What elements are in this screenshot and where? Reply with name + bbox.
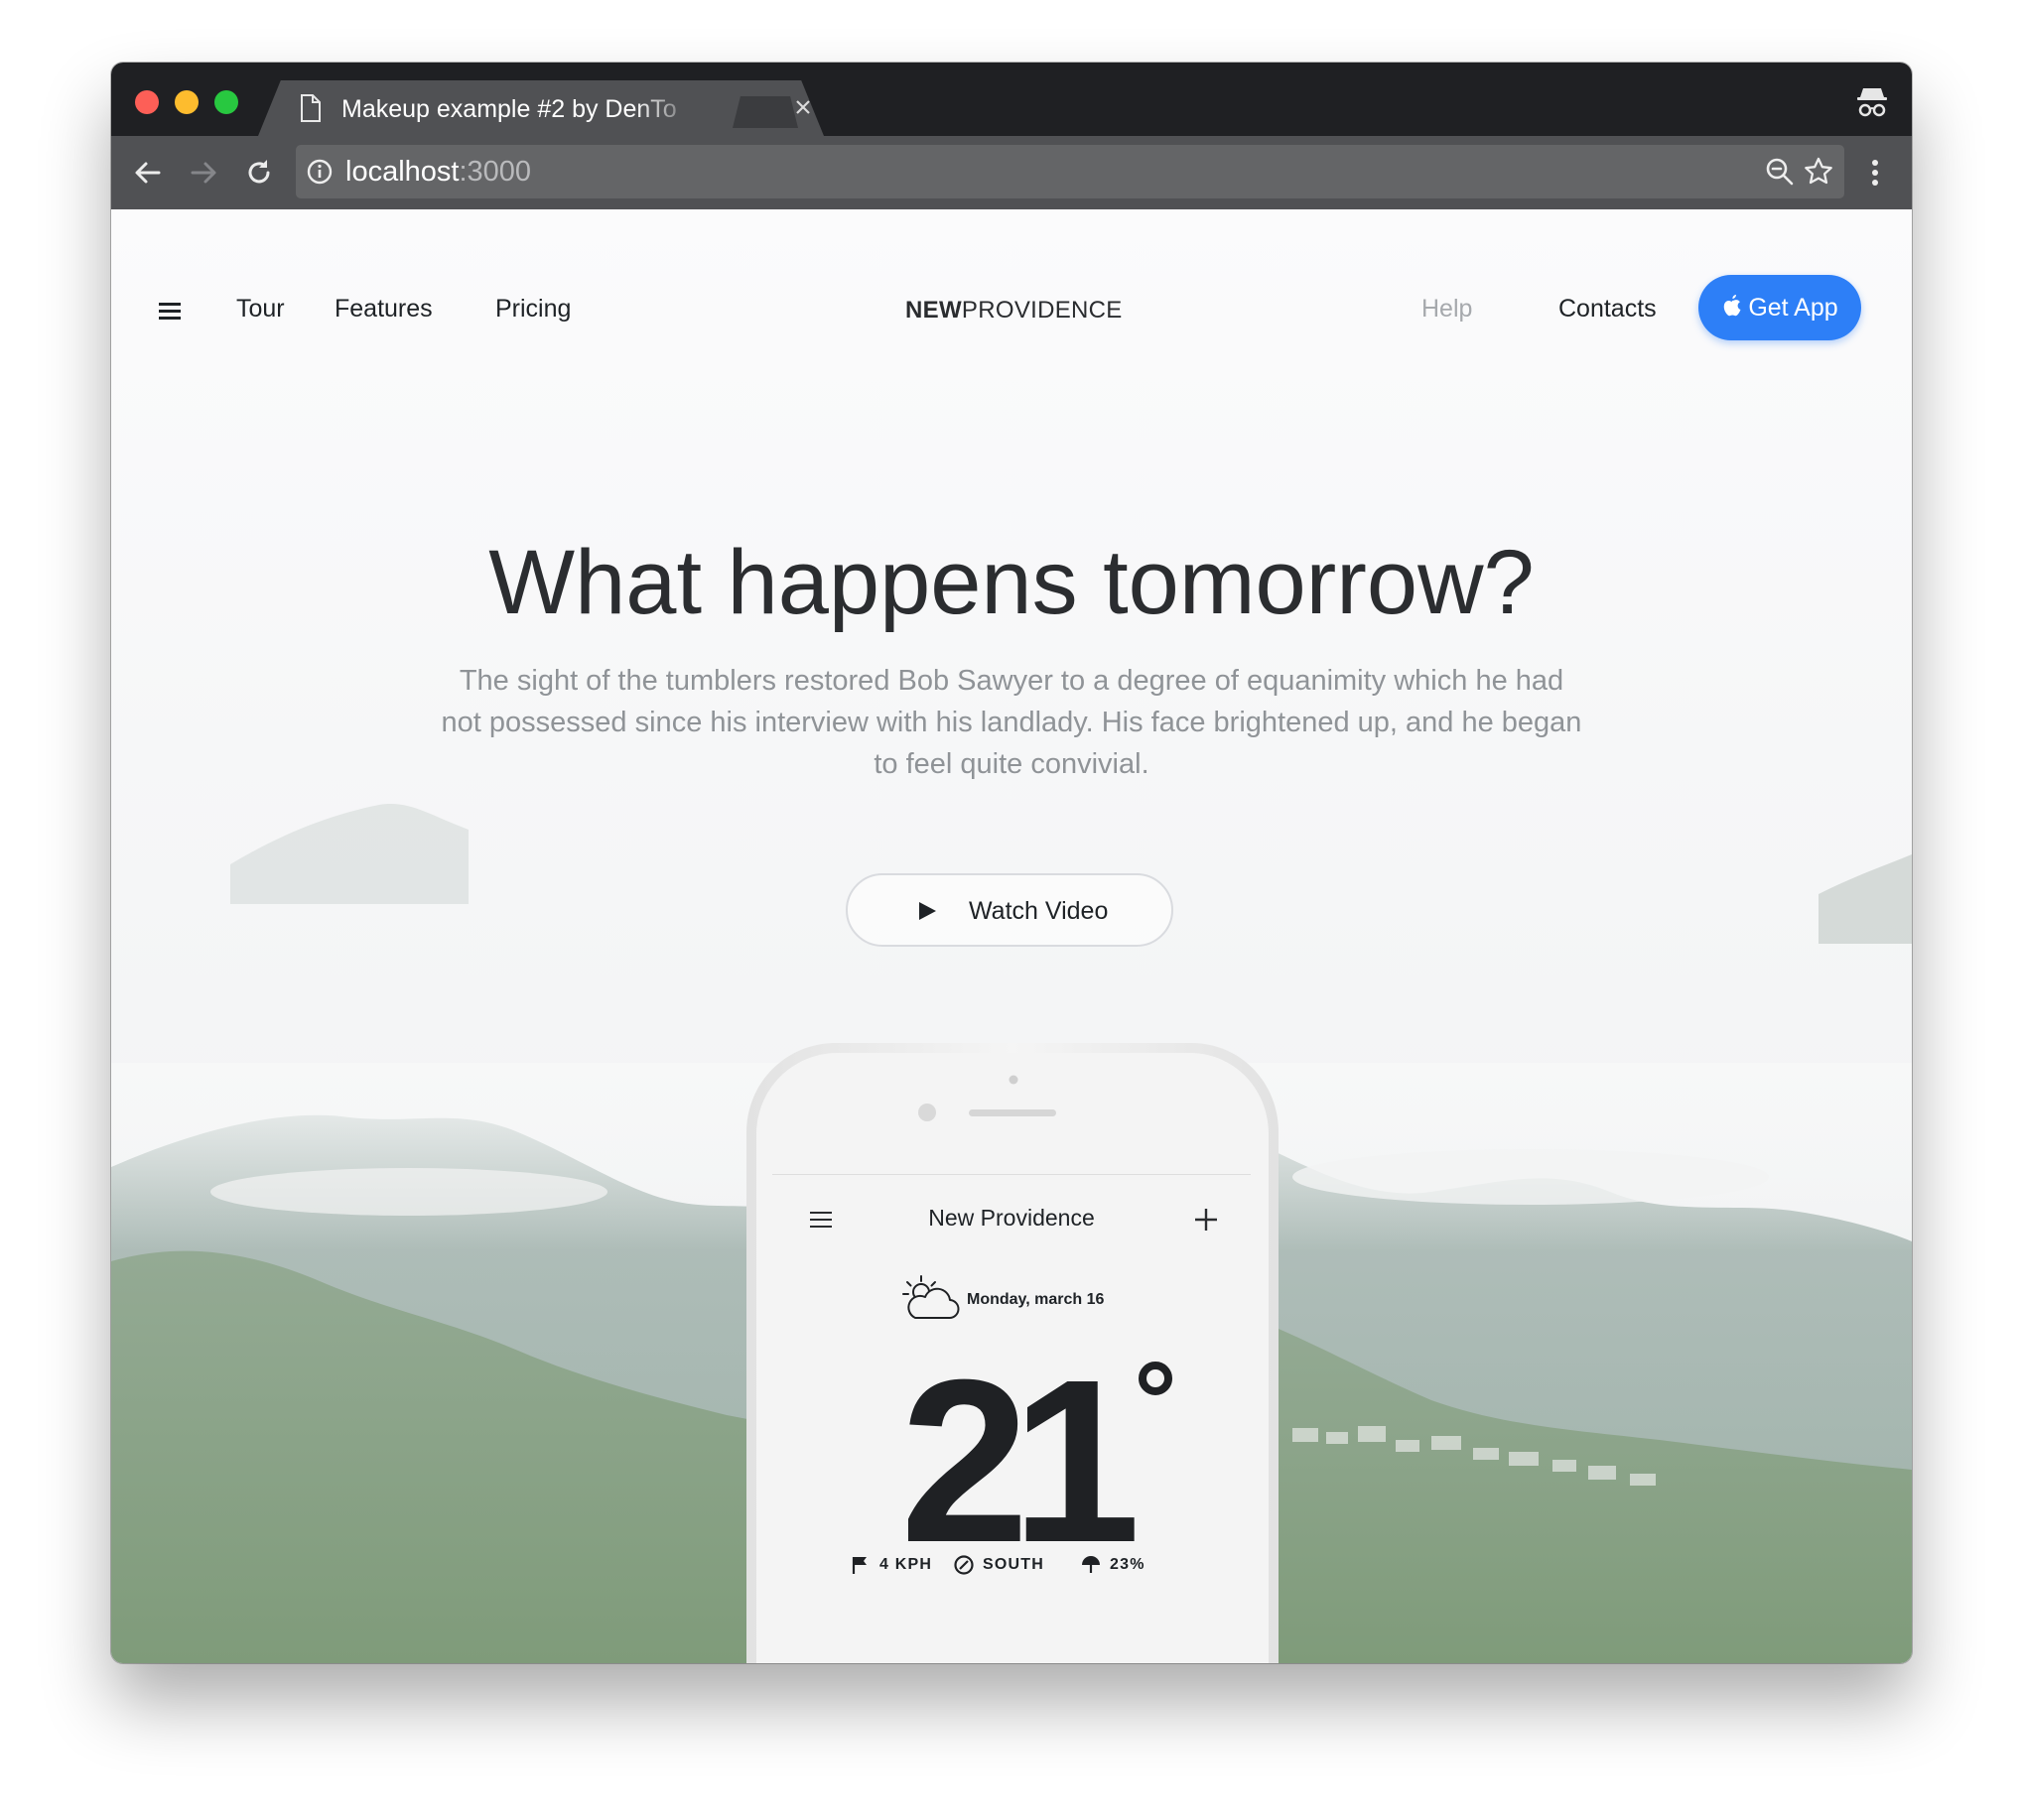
flag-icon <box>852 1557 867 1574</box>
app-date: Monday, march 16 <box>967 1291 1105 1308</box>
nav-link-help[interactable]: Help <box>1421 293 1472 325</box>
app-stat-rain: 23% <box>1080 1552 1145 1578</box>
url-port: :3000 <box>459 156 532 188</box>
nav-link-contacts[interactable]: Contacts <box>1558 293 1657 325</box>
address-bar[interactable]: localhost:3000 <box>296 145 1844 198</box>
back-arrow-icon[interactable] <box>131 156 165 190</box>
new-tab-button[interactable] <box>733 96 798 128</box>
app-stat-wind: 4 KPH <box>850 1552 932 1578</box>
url-host: localhost <box>345 156 460 188</box>
forward-arrow-icon[interactable] <box>187 156 220 190</box>
close-window-button[interactable] <box>135 90 159 114</box>
apple-icon <box>1724 295 1741 317</box>
hero-title: What happens tomorrow? <box>488 532 1535 633</box>
tab-strip: Makeup example #2 by DenTo <box>111 63 1912 136</box>
app-city-title: New Providence <box>928 1205 1095 1231</box>
app-temperature: 21 <box>899 1331 1141 1591</box>
info-icon[interactable] <box>306 158 334 186</box>
minimize-window-button[interactable] <box>175 90 199 114</box>
wind-value: 4 KPH <box>879 1556 933 1573</box>
umbrella-icon <box>1082 1556 1100 1573</box>
web-page: Tour Features Pricing NEWPROVIDENCE Help… <box>111 209 1912 1663</box>
reload-icon[interactable] <box>242 156 276 190</box>
close-icon[interactable] <box>792 96 814 118</box>
url-text[interactable]: localhost:3000 <box>345 156 531 188</box>
hero-description: The sight of the tumblers restored Bob S… <box>441 665 1582 780</box>
direction-value: SOUTH <box>983 1556 1044 1573</box>
app-stat-direction: SOUTH <box>953 1552 1044 1578</box>
degree-icon <box>1139 1362 1172 1395</box>
plus-icon <box>1195 1209 1217 1231</box>
more-vert-icon[interactable] <box>1858 156 1892 190</box>
phone-app-screen: New Providence Monday, march 16 21 4 KPH <box>772 1175 1251 1663</box>
logo-light-text: PROVIDENCE <box>961 297 1123 324</box>
browser-toolbar: localhost:3000 <box>111 136 1912 209</box>
browser-window: Makeup example #2 by DenTo localhost:300… <box>111 63 1912 1663</box>
document-icon <box>301 94 321 122</box>
incognito-icon <box>1857 88 1887 117</box>
zoom-window-button[interactable] <box>214 90 238 114</box>
partly-cloudy-icon <box>902 1275 960 1320</box>
watch-video-button[interactable]: Watch Video <box>846 873 1173 947</box>
nav-link-pricing[interactable]: Pricing <box>495 293 571 325</box>
nav-link-features[interactable]: Features <box>335 293 433 325</box>
site-logo[interactable]: NEWPROVIDENCE <box>905 296 1122 325</box>
star-icon[interactable] <box>1803 156 1834 188</box>
nav-link-tour[interactable]: Tour <box>236 293 285 325</box>
menu-hamburger-icon[interactable] <box>153 293 189 328</box>
logo-bold-text: NEW <box>905 297 962 324</box>
zoom-icon[interactable] <box>1765 157 1795 187</box>
watch-video-label: Watch Video <box>969 897 1109 925</box>
play-icon <box>919 902 936 920</box>
get-app-label: Get App <box>1748 294 1838 322</box>
rain-value: 23% <box>1110 1556 1145 1573</box>
compass-icon <box>954 1555 974 1575</box>
tab-title: Makeup example #2 by DenTo <box>341 95 677 123</box>
get-app-button[interactable]: Get App <box>1698 275 1861 340</box>
